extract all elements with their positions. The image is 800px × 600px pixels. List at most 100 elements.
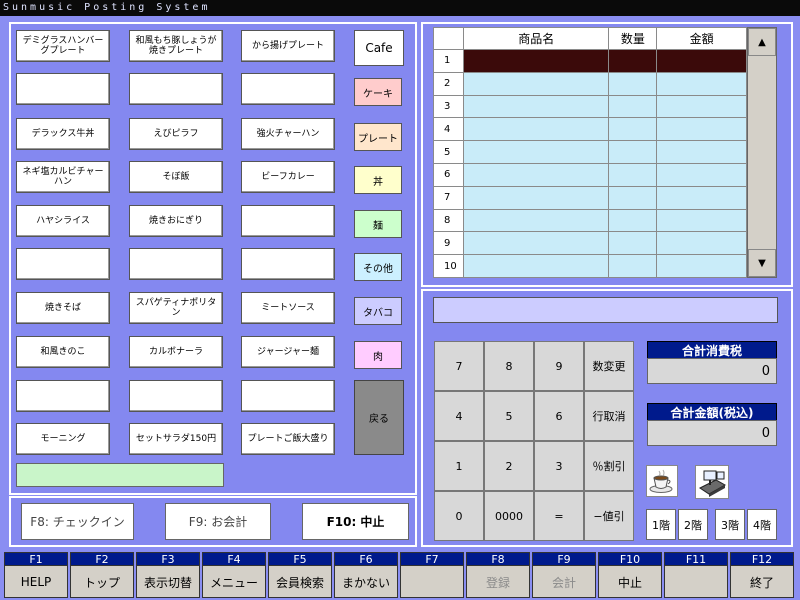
menu-item-button[interactable] bbox=[129, 248, 223, 280]
menu-item-button[interactable]: 強火チャーハン bbox=[241, 118, 335, 150]
menu-item-button[interactable]: カルボナーラ bbox=[129, 336, 223, 368]
table-row[interactable]: 7 bbox=[433, 185, 747, 210]
checkout-button[interactable]: F9: お会計 bbox=[165, 503, 271, 540]
qty-cell bbox=[608, 185, 658, 210]
menu-item-button[interactable] bbox=[16, 380, 110, 412]
menu-item-button[interactable]: ミートソース bbox=[241, 292, 335, 324]
function-key[interactable]: F9 会計 bbox=[532, 552, 596, 598]
menu-item-button[interactable] bbox=[241, 205, 335, 237]
amount-cell bbox=[656, 231, 747, 256]
floor-button[interactable]: 1階 bbox=[646, 509, 676, 540]
function-key[interactable]: F3 表示切替 bbox=[136, 552, 200, 598]
menu-item-button[interactable]: 和風きのこ bbox=[16, 336, 110, 368]
table-row[interactable]: 10 bbox=[433, 254, 747, 278]
category-button[interactable]: ケーキ bbox=[354, 78, 402, 106]
menu-item-button[interactable]: ジャージャー麺 bbox=[241, 336, 335, 368]
keypad-button[interactable]: 8 bbox=[484, 341, 534, 391]
menu-item-button[interactable]: そぼ飯 bbox=[129, 161, 223, 193]
menu-item-button[interactable]: デミグラスハンバーグプレート bbox=[16, 30, 110, 62]
scroll-down-button[interactable]: ▼ bbox=[748, 249, 776, 277]
menu-item-button[interactable]: ビーフカレー bbox=[241, 161, 335, 193]
register-icon[interactable] bbox=[695, 465, 729, 499]
table-row[interactable]: 5 bbox=[433, 140, 747, 164]
function-key[interactable]: F12 終了 bbox=[730, 552, 794, 598]
menu-item-button[interactable]: 焼きそば bbox=[16, 292, 110, 324]
function-key[interactable]: F8 登録 bbox=[466, 552, 530, 598]
menu-item-button[interactable]: えびピラフ bbox=[129, 118, 223, 150]
table-row[interactable]: 8 bbox=[433, 208, 747, 233]
menu-item-button[interactable] bbox=[241, 380, 335, 412]
menu-item-button[interactable]: から揚げプレート bbox=[241, 30, 335, 62]
keypad-button[interactable]: 9 bbox=[534, 341, 584, 391]
cancel-button[interactable]: F10: 中止 bbox=[302, 503, 409, 540]
menu-item-button[interactable]: スパゲティナポリタン bbox=[129, 292, 223, 324]
checkin-button[interactable]: F8: チェックイン bbox=[21, 503, 134, 540]
function-key-label: HELP bbox=[20, 575, 52, 589]
scroll-up-button[interactable]: ▲ bbox=[748, 28, 776, 56]
keypad-button[interactable]: −値引 bbox=[584, 491, 634, 541]
menu-item-button[interactable]: ハヤシライス bbox=[16, 205, 110, 237]
coffee-icon[interactable] bbox=[646, 465, 678, 497]
category-button[interactable]: 肉 bbox=[354, 341, 402, 369]
table-row[interactable]: 4 bbox=[433, 117, 747, 142]
table-row[interactable]: 1 bbox=[433, 49, 747, 73]
keypad-button[interactable]: = bbox=[534, 491, 584, 541]
amount-cell bbox=[656, 140, 747, 164]
category-button[interactable]: タバコ bbox=[354, 297, 402, 325]
keypad-button[interactable]: 数変更 bbox=[584, 341, 634, 391]
menu-item-button[interactable]: プレートご飯大盛り bbox=[241, 423, 335, 455]
qty-cell bbox=[608, 231, 658, 256]
table-row[interactable]: 3 bbox=[433, 94, 747, 119]
menu-item-button[interactable]: デラックス牛丼 bbox=[16, 118, 110, 150]
amount-cell bbox=[656, 254, 747, 278]
keypad-button[interactable]: 3 bbox=[534, 441, 584, 491]
category-button[interactable]: Cafe bbox=[354, 30, 404, 66]
menu-item-button[interactable] bbox=[16, 73, 110, 105]
menu-item-button[interactable]: 焼きおにぎり bbox=[129, 205, 223, 237]
menu-item-button[interactable]: 和風もち豚しょうが焼きプレート bbox=[129, 30, 223, 62]
keypad-button[interactable]: 5 bbox=[484, 391, 534, 441]
menu-item-button[interactable]: セットサラダ150円 bbox=[129, 423, 223, 455]
menu-item-button[interactable] bbox=[129, 380, 223, 412]
keypad-button[interactable]: 1 bbox=[434, 441, 484, 491]
keypad-button[interactable]: 6 bbox=[534, 391, 584, 441]
floor-button[interactable]: 2階 bbox=[678, 509, 708, 540]
function-key[interactable]: F7 bbox=[400, 552, 464, 598]
function-key[interactable]: F10 中止 bbox=[598, 552, 662, 598]
menu-item-button[interactable] bbox=[241, 248, 335, 280]
row-number: 6 bbox=[433, 162, 464, 187]
row-number: 3 bbox=[433, 94, 464, 119]
menu-item-button[interactable] bbox=[241, 73, 335, 105]
table-row[interactable]: 9 bbox=[433, 231, 747, 256]
table-row[interactable]: 2 bbox=[433, 71, 747, 96]
item-cell bbox=[462, 49, 610, 73]
qty-cell bbox=[608, 94, 658, 119]
function-key[interactable]: F5 会員検索 bbox=[268, 552, 332, 598]
function-key[interactable]: F1 HELP bbox=[4, 552, 68, 598]
keypad-button[interactable]: 2 bbox=[484, 441, 534, 491]
menu-item-button[interactable]: ネギ塩カルビチャーハン bbox=[16, 161, 110, 193]
category-button[interactable]: プレート bbox=[354, 123, 402, 151]
keypad-button[interactable]: 4 bbox=[434, 391, 484, 441]
function-key[interactable]: F6 まかない bbox=[334, 552, 398, 598]
keypad-button[interactable]: 行取消 bbox=[584, 391, 634, 441]
back-button[interactable]: 戻る bbox=[354, 380, 404, 455]
column-header-name: 商品名 bbox=[462, 27, 610, 50]
category-button[interactable]: 麺 bbox=[354, 210, 402, 238]
category-button[interactable]: その他 bbox=[354, 253, 402, 281]
floor-button[interactable]: 4階 bbox=[747, 509, 777, 540]
function-key[interactable]: F11 bbox=[664, 552, 728, 598]
keypad-button[interactable]: 0000 bbox=[484, 491, 534, 541]
keypad-button[interactable]: ％割引 bbox=[584, 441, 634, 491]
category-button[interactable]: 丼 bbox=[354, 166, 402, 194]
function-key[interactable]: F2 トップ bbox=[70, 552, 134, 598]
function-key[interactable]: F4 メニュー bbox=[202, 552, 266, 598]
floor-button[interactable]: 3階 bbox=[715, 509, 745, 540]
keypad-button[interactable]: 0 bbox=[434, 491, 484, 541]
table-row[interactable]: 6 bbox=[433, 162, 747, 187]
keypad-button[interactable]: 7 bbox=[434, 341, 484, 391]
order-scrollbar[interactable]: ▲ ▼ bbox=[747, 27, 777, 278]
menu-item-button[interactable]: モーニング bbox=[16, 423, 110, 455]
menu-item-button[interactable] bbox=[16, 248, 110, 280]
menu-item-button[interactable] bbox=[129, 73, 223, 105]
